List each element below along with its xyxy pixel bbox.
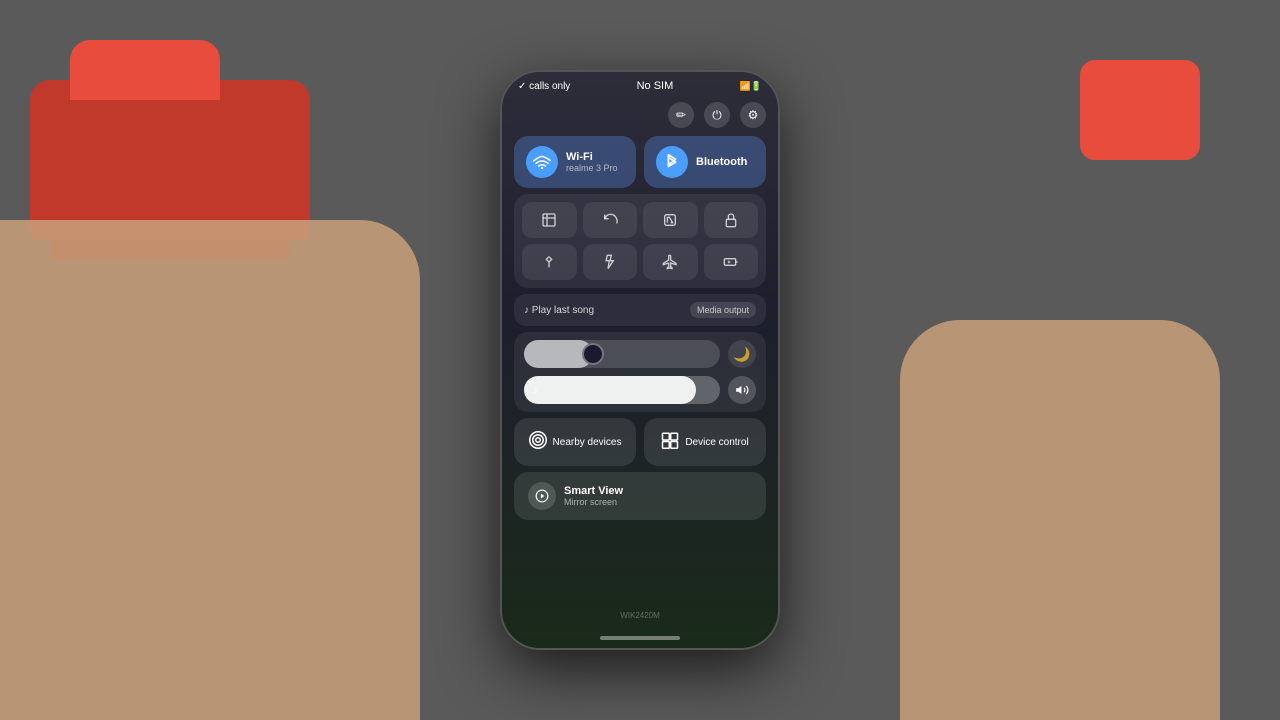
- nearby-devices-button[interactable]: Nearby devices: [514, 418, 636, 466]
- wifi-name: Wi-Fi: [566, 151, 618, 163]
- settings-icon: ⚙: [748, 108, 759, 122]
- nearby-devices-label: Nearby devices: [553, 437, 622, 448]
- nav-bar: [502, 628, 778, 648]
- smart-view-button[interactable]: Smart View Mirror screen: [514, 472, 766, 520]
- lock-button[interactable]: [704, 202, 759, 238]
- calls-only-text: ✓ calls only: [518, 81, 570, 92]
- top-toolbar: ✏ ⏻ ⚙: [514, 100, 766, 130]
- control-panel: ✏ ⏻ ⚙: [502, 96, 778, 628]
- wifi-icon: [526, 146, 558, 178]
- play-last-song[interactable]: ♪ Play last song: [524, 305, 594, 316]
- brightness-slider[interactable]: [524, 340, 720, 368]
- smart-view-name: Smart View: [564, 485, 623, 497]
- flashlight-button[interactable]: [583, 244, 638, 280]
- screenshot-button[interactable]: [522, 202, 577, 238]
- status-center: No SIM: [637, 80, 674, 92]
- edit-icon: ✏: [676, 108, 686, 122]
- sliders-section: 🌙 ♪: [514, 332, 766, 412]
- bluetooth-name: Bluetooth: [696, 156, 747, 168]
- brightness-slider-row: 🌙: [524, 340, 756, 368]
- bluetooth-toggle[interactable]: Bluetooth: [644, 136, 766, 188]
- phone: ✓ calls only No SIM 📶🔋 ✏ ⏻: [500, 70, 780, 650]
- device-control-label: Device control: [685, 437, 748, 448]
- wifi-sub: realme 3 Pro: [566, 163, 618, 173]
- media-row: ♪ Play last song Media output: [514, 294, 766, 326]
- battery-saver-button[interactable]: [704, 244, 759, 280]
- edit-button[interactable]: ✏: [668, 102, 694, 128]
- phone-screen: ✓ calls only No SIM 📶🔋 ✏ ⏻: [502, 72, 778, 648]
- wifi-toggle[interactable]: Wi-Fi realme 3 Pro: [514, 136, 636, 188]
- auto-rotate-button[interactable]: [583, 202, 638, 238]
- bluetooth-text: Bluetooth: [696, 156, 747, 168]
- nav-pill: [600, 636, 680, 640]
- volume-fill: [524, 376, 696, 404]
- smart-view-text: Smart View Mirror screen: [564, 485, 623, 507]
- quick-actions-grid: [514, 194, 766, 288]
- airplane-mode-button[interactable]: [643, 244, 698, 280]
- brightness-thumb[interactable]: [582, 343, 604, 365]
- device-label: WIK2420M: [620, 611, 660, 620]
- volume-slider-row: ♪: [524, 376, 756, 404]
- status-bar: ✓ calls only No SIM 📶🔋: [502, 72, 778, 96]
- wifi-text: Wi-Fi realme 3 Pro: [566, 151, 618, 173]
- toggle-row: Wi-Fi realme 3 Pro Bluetooth: [514, 136, 766, 188]
- no-sim-text: No SIM: [637, 80, 674, 92]
- volume-slider[interactable]: ♪: [524, 376, 720, 404]
- status-right: 📶🔋: [740, 81, 762, 92]
- car-decoration: [30, 80, 310, 240]
- phone-wrapper: ✓ calls only No SIM 📶🔋 ✏ ⏻: [500, 70, 780, 650]
- volume-note-icon: ♪: [532, 383, 538, 397]
- nearby-devices-icon: [529, 431, 547, 454]
- status-left: ✓ calls only: [518, 81, 570, 92]
- smart-view-icon: [528, 482, 556, 510]
- power-icon: ⏻: [712, 108, 722, 123]
- bluetooth-icon: [656, 146, 688, 178]
- volume-icon[interactable]: [728, 376, 756, 404]
- night-mode-button[interactable]: 🌙: [728, 340, 756, 368]
- bottom-buttons-row: Nearby devices Device control: [514, 418, 766, 466]
- device-control-icon: [661, 431, 679, 454]
- scooter-decoration: [1080, 60, 1200, 160]
- settings-button[interactable]: ⚙: [740, 102, 766, 128]
- smart-view-sub: Mirror screen: [564, 497, 623, 507]
- hand-left: [0, 220, 420, 720]
- mobile-data-button[interactable]: [522, 244, 577, 280]
- device-control-button[interactable]: Device control: [644, 418, 766, 466]
- power-button[interactable]: ⏻: [704, 102, 730, 128]
- media-output-button[interactable]: Media output: [690, 302, 756, 318]
- signal-icons: 📶🔋: [740, 81, 762, 92]
- nfc-button[interactable]: [643, 202, 698, 238]
- hand-right: [900, 320, 1220, 720]
